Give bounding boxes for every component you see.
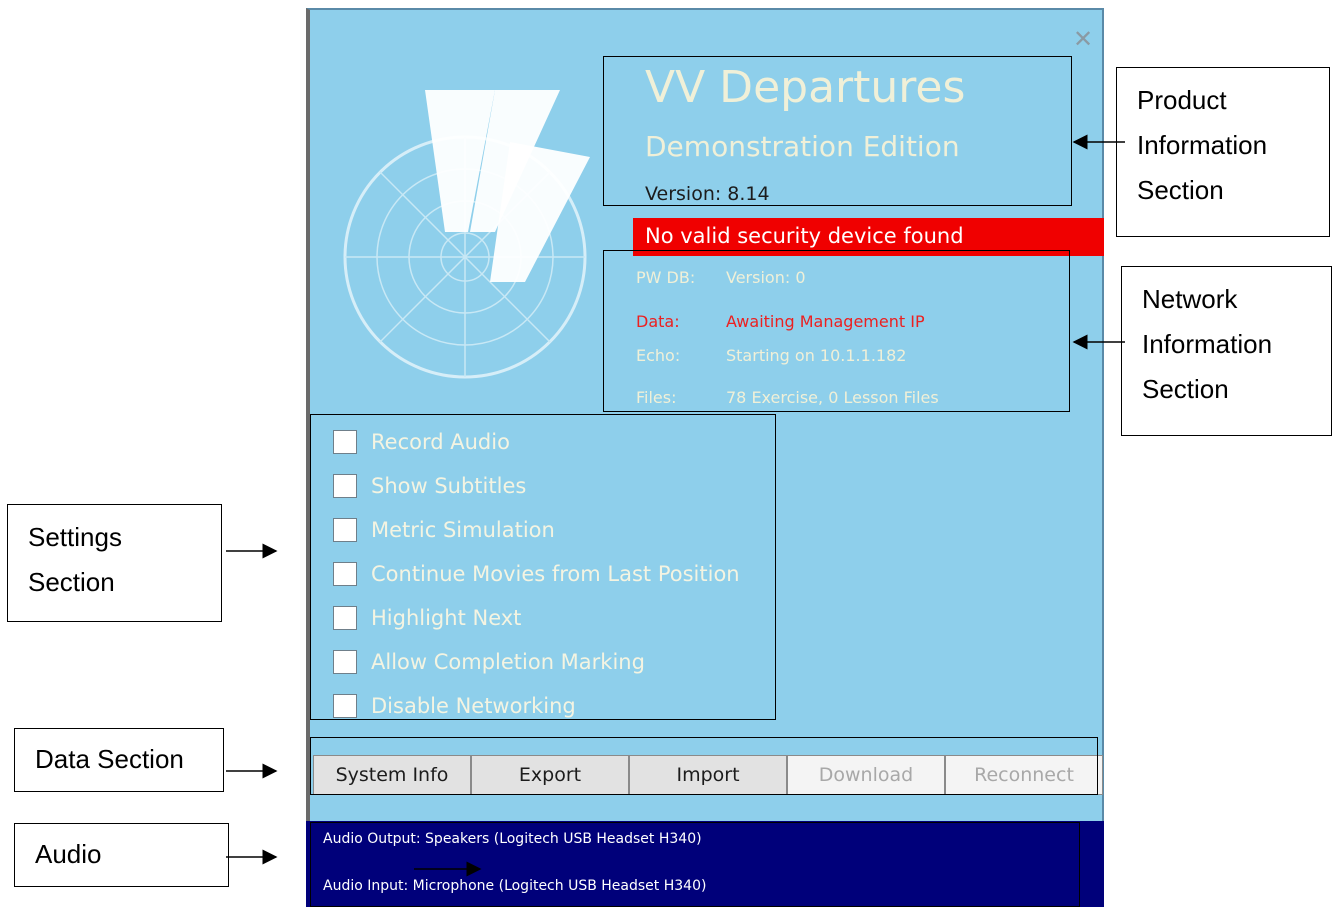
- vv-radar-logo: [343, 90, 590, 379]
- audio-section-frame: [310, 822, 1080, 907]
- network-section-frame: [603, 250, 1070, 412]
- annotation-line: Network: [1142, 284, 1238, 314]
- annotation-product: Product Information Section: [1116, 67, 1330, 237]
- annotation-line: Audio: [35, 839, 102, 869]
- annotation-line: Product: [1137, 85, 1227, 115]
- data-section-frame: [310, 737, 1098, 795]
- close-icon[interactable]: ✕: [1071, 27, 1095, 51]
- annotation-line: Information: [1142, 329, 1273, 359]
- annotation-line: Settings: [28, 522, 122, 552]
- annotation-data: Data Section: [14, 728, 224, 792]
- annotation-line: Information: [1137, 130, 1268, 160]
- annotation-line: Data Section: [35, 744, 184, 774]
- annotation-line: Section: [1137, 175, 1224, 205]
- settings-section-frame: [310, 414, 776, 720]
- annotation-line: Section: [28, 567, 115, 597]
- screenshot-stage: ✕ VV Departures Demonstration Edition Ve…: [0, 0, 1332, 907]
- annotation-network: Network Information Section: [1121, 266, 1332, 436]
- product-section-frame: [603, 56, 1072, 206]
- annotation-line: Section: [1142, 374, 1229, 404]
- annotation-audio: Audio: [14, 823, 229, 887]
- annotation-settings: Settings Section: [7, 504, 222, 622]
